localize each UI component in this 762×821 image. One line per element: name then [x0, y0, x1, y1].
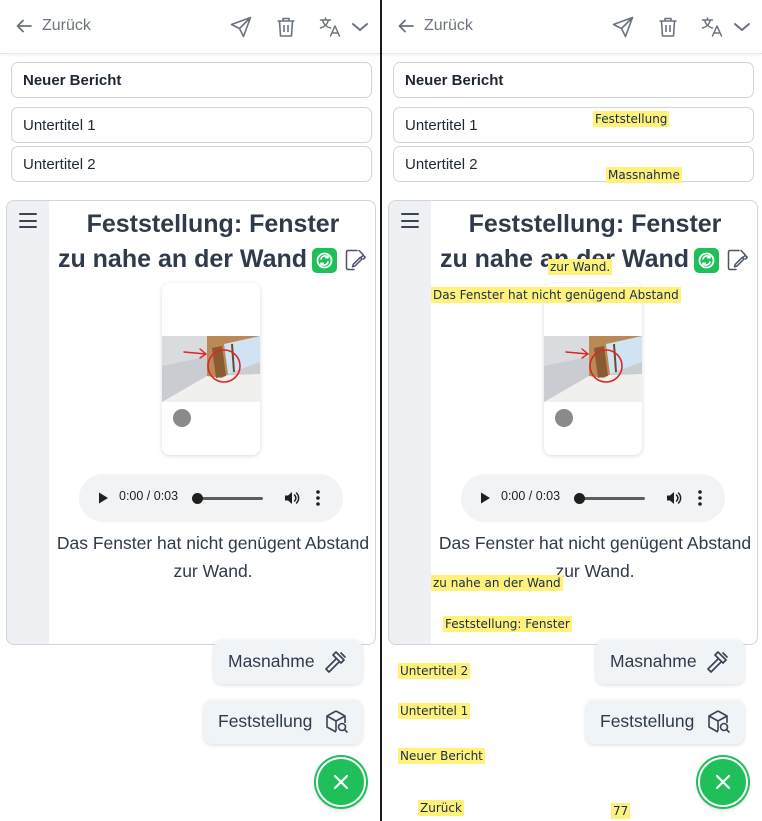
play-icon[interactable] [96, 491, 110, 505]
tag-feststellung: Feststellung [593, 111, 670, 127]
masnahme-label: Masnahme [228, 651, 315, 671]
window-photo [544, 336, 642, 402]
add-masnahme-button[interactable]: Masnahme [596, 640, 744, 684]
finding-title-line1: Feststellung: Fenster [468, 210, 722, 238]
arrow-left-icon [398, 19, 414, 33]
feststellung-label: Feststellung [600, 711, 695, 731]
tag-abstand: Das Fenster hat nicht genügend Abstand [431, 287, 681, 303]
audio-player: 0:00 / 0:03 [461, 474, 725, 522]
photo-select-dot[interactable] [555, 409, 573, 427]
tag-zu-nahe: zu nahe an der Wand [431, 575, 563, 591]
subtitle-1-field[interactable]: Untertitel 1 [393, 107, 754, 143]
send-icon[interactable] [611, 15, 635, 39]
audio-time: 0:00 / 0:03 [119, 489, 179, 503]
subtitle-2-field[interactable]: Untertitel 2 [11, 146, 372, 182]
chevron-down-icon[interactable] [730, 15, 754, 39]
audio-time: 0:00 / 0:03 [501, 489, 561, 503]
card-side-rail [389, 201, 431, 644]
back-label: Zurück [424, 17, 473, 34]
masnahme-label: Masnahme [610, 651, 697, 671]
photo-thumbnail-card[interactable] [162, 283, 260, 455]
photo-thumbnail-card[interactable] [544, 283, 642, 455]
tag-untertitel-2: Untertitel 2 [398, 663, 471, 679]
add-feststellung-button[interactable]: Feststellung [204, 700, 362, 744]
more-options-icon[interactable] [697, 489, 703, 507]
photo-select-dot[interactable] [173, 409, 191, 427]
hamburger-menu-icon[interactable] [401, 213, 419, 229]
translate-icon[interactable] [318, 15, 342, 39]
tag-massnahme: Massnahme [606, 167, 682, 183]
sync-icon[interactable] [312, 248, 338, 273]
chevron-down-icon[interactable] [348, 15, 372, 39]
close-icon [333, 774, 349, 790]
close-fab-button[interactable] [316, 757, 366, 807]
trash-icon[interactable] [656, 15, 680, 39]
audio-progress-track[interactable] [579, 497, 645, 500]
tag-zurueck: Zurück [418, 800, 464, 816]
finding-card: Feststellung: Fenster zu nahe an der Wan… [6, 200, 376, 645]
arrow-left-icon [16, 19, 32, 33]
left-screen: Zurück Neuer Bericht Untertitel 1 Untert… [0, 0, 380, 821]
back-button[interactable]: Zurück [14, 16, 91, 36]
edit-note-icon[interactable] [342, 247, 368, 273]
back-button[interactable]: Zurück [396, 16, 473, 36]
hamburger-menu-icon[interactable] [19, 213, 37, 229]
finding-title: Feststellung: Fenster zu nahe an der Wan… [49, 207, 375, 277]
edit-note-icon[interactable] [724, 247, 750, 273]
hammer-icon [325, 651, 346, 673]
subtitle-2-field[interactable]: Untertitel 2 [393, 146, 754, 182]
volume-icon[interactable] [283, 489, 301, 507]
finding-title-line2-row: zu nahe an der Wand [58, 242, 368, 277]
finding-description: Das Fenster hat nicht genügent Abstand z… [56, 533, 370, 581]
top-bar: Zurück [0, 0, 380, 54]
finding-title-line1: Feststellung: Fenster [86, 210, 340, 238]
play-icon[interactable] [478, 491, 492, 505]
audio-progress-track[interactable] [197, 497, 263, 500]
tag-number: 77 [611, 803, 631, 819]
card-side-rail [7, 201, 49, 644]
send-icon[interactable] [229, 15, 253, 39]
audio-player: 0:00 / 0:03 [79, 474, 343, 522]
subtitle-1-field[interactable]: Untertitel 1 [11, 107, 372, 143]
report-title-field[interactable]: Neuer Bericht [11, 62, 372, 98]
volume-icon[interactable] [665, 489, 683, 507]
translate-icon[interactable] [700, 15, 724, 39]
tag-untertitel-1: Untertitel 1 [398, 703, 471, 719]
box-search-icon [708, 710, 730, 733]
feststellung-label: Feststellung [218, 711, 313, 731]
sync-icon[interactable] [694, 248, 720, 273]
top-bar: Zurück [382, 0, 762, 54]
audio-progress-knob[interactable] [192, 493, 203, 504]
add-feststellung-button[interactable]: Feststellung [586, 700, 744, 744]
close-icon [715, 774, 731, 790]
close-fab-button[interactable] [698, 757, 748, 807]
right-screen-annotated: Zurück Neuer Bericht Untertitel 1 Untert… [382, 0, 762, 821]
tag-fenster: Feststellung: Fenster [443, 616, 572, 632]
back-label: Zurück [42, 17, 91, 34]
hammer-icon [707, 651, 728, 673]
audio-progress-knob[interactable] [574, 493, 585, 504]
report-title-field[interactable]: Neuer Bericht [393, 62, 754, 98]
finding-title-line2: zu nahe an der Wand [57, 245, 308, 273]
window-photo [162, 336, 260, 402]
add-masnahme-button[interactable]: Masnahme [214, 640, 362, 684]
tag-zur-wand: zur Wand. [548, 259, 613, 275]
more-options-icon[interactable] [315, 489, 321, 507]
trash-icon[interactable] [274, 15, 298, 39]
tag-neuer-bericht: Neuer Bericht [398, 748, 485, 764]
box-search-icon [326, 710, 348, 733]
